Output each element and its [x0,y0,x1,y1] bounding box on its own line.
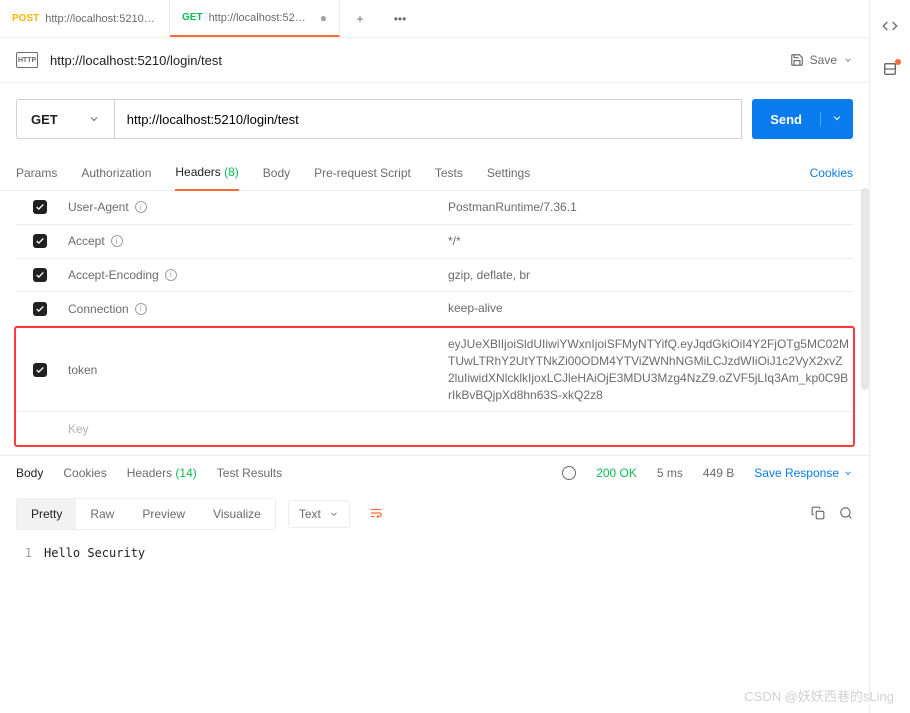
chevron-down-icon [843,468,853,478]
request-row: GET Send [0,83,869,155]
notification-dot [895,59,901,65]
header-key[interactable]: Accept-Encodingi [64,259,444,292]
title-bar: HTTP http://localhost:5210/login/test Sa… [0,38,869,83]
line-number: 1 [16,546,44,560]
response-toolbar: Pretty Raw Preview Visualize Text [0,490,869,538]
info-icon: i [111,235,123,247]
header-value-placeholder[interactable] [444,412,853,445]
chevron-down-icon [88,113,100,125]
response-body[interactable]: 1 Hello Security [0,538,869,568]
cookies-link[interactable]: Cookies [810,166,853,180]
checkbox-icon [33,234,47,248]
tab-label: http://localhost:5210/logi... [209,12,310,24]
tab-get[interactable]: GET http://localhost:5210/logi... ● [170,0,340,37]
method-label: GET [182,12,203,23]
tab-params[interactable]: Params [16,156,57,190]
response-section: Body Cookies Headers (14) Test Results 2… [0,455,869,568]
view-pretty[interactable]: Pretty [17,499,76,529]
wrap-lines-icon[interactable] [360,500,392,529]
headers-list: User-Agenti PostmanRuntime/7.36.1 Accept… [0,191,869,447]
send-button[interactable]: Send [752,99,853,139]
checkbox-icon [33,200,47,214]
response-text: Hello Security [44,546,145,560]
header-row[interactable]: token eyJUeXBlIjoiSldUIiwiYWxnIjoiSFMyNT… [16,328,853,412]
scrollbar[interactable] [861,188,869,390]
header-row[interactable]: Accepti */* [16,225,853,259]
chevron-down-icon [831,112,843,124]
resp-tab-testresults[interactable]: Test Results [217,466,282,480]
tab-post[interactable]: POST http://localhost:5210/lo... [0,0,170,37]
header-key-placeholder[interactable]: Key [64,412,444,445]
globe-icon[interactable] [562,466,576,480]
request-tabs-bar: POST http://localhost:5210/lo... GET htt… [0,0,869,38]
save-button[interactable]: Save [790,53,853,67]
content-type-select[interactable]: Text [288,500,350,528]
header-value[interactable]: gzip, deflate, br [444,259,853,292]
http-icon: HTTP [16,52,38,68]
header-key[interactable]: Connectioni [64,292,444,325]
tab-settings[interactable]: Settings [487,156,530,190]
chevron-down-icon [329,509,339,519]
view-raw[interactable]: Raw [76,499,128,529]
highlighted-rows: token eyJUeXBlIjoiSldUIiwiYWxnIjoiSFMyNT… [14,326,855,447]
response-size: 449 B [703,466,734,480]
header-value[interactable]: keep-alive [444,292,853,325]
header-key[interactable]: token [64,328,444,411]
resp-tab-headers[interactable]: Headers (14) [127,466,197,480]
save-response-button[interactable]: Save Response [754,466,853,480]
info-icon: i [135,201,147,213]
comment-icon[interactable] [882,61,898,80]
new-tab-button[interactable]: + [340,0,380,37]
search-icon[interactable] [839,506,853,523]
tab-overflow-button[interactable]: ••• [380,0,420,37]
header-row[interactable]: Accept-Encodingi gzip, deflate, br [16,259,853,293]
header-value[interactable]: PostmanRuntime/7.36.1 [444,191,853,224]
header-key[interactable]: User-Agenti [64,191,444,224]
chevron-down-icon [843,55,853,65]
method-label: POST [12,13,39,24]
response-time: 5 ms [657,466,683,480]
tab-authorization[interactable]: Authorization [81,156,151,190]
save-icon [790,53,804,67]
status-code: 200 OK [596,466,637,480]
header-value[interactable]: eyJUeXBlIjoiSldUIiwiYWxnIjoiSFMyNTYifQ.e… [444,328,853,411]
right-sidebar [870,0,910,713]
header-key[interactable]: Accepti [64,225,444,258]
info-icon: i [135,303,147,315]
tab-body[interactable]: Body [263,156,290,190]
header-row[interactable]: Connectioni keep-alive [16,292,853,326]
view-visualize[interactable]: Visualize [199,499,275,529]
resp-tab-cookies[interactable]: Cookies [63,466,106,480]
tab-label: http://localhost:5210/lo... [45,13,157,25]
code-icon[interactable] [882,18,898,37]
url-input[interactable] [114,99,742,139]
copy-icon[interactable] [811,506,825,523]
send-dropdown[interactable] [820,112,853,127]
view-mode-group: Pretty Raw Preview Visualize [16,498,276,530]
header-row[interactable]: User-Agenti PostmanRuntime/7.36.1 [16,191,853,225]
close-icon[interactable]: ● [320,11,327,25]
checkbox-icon [33,363,47,377]
tab-tests[interactable]: Tests [435,156,463,190]
resp-tab-body[interactable]: Body [16,466,43,480]
response-tabs: Body Cookies Headers (14) Test Results 2… [0,456,869,490]
request-title[interactable]: http://localhost:5210/login/test [50,53,778,68]
view-preview[interactable]: Preview [128,499,199,529]
header-value[interactable]: */* [444,225,853,258]
header-row-new[interactable]: Key [16,412,853,445]
method-select[interactable]: GET [16,99,114,139]
request-subtabs: Params Authorization Headers (8) Body Pr… [0,155,869,191]
checkbox-icon [33,268,47,282]
info-icon: i [165,269,177,281]
tab-prerequest[interactable]: Pre-request Script [314,156,411,190]
checkbox-icon [33,302,47,316]
tab-headers[interactable]: Headers (8) [175,155,238,191]
